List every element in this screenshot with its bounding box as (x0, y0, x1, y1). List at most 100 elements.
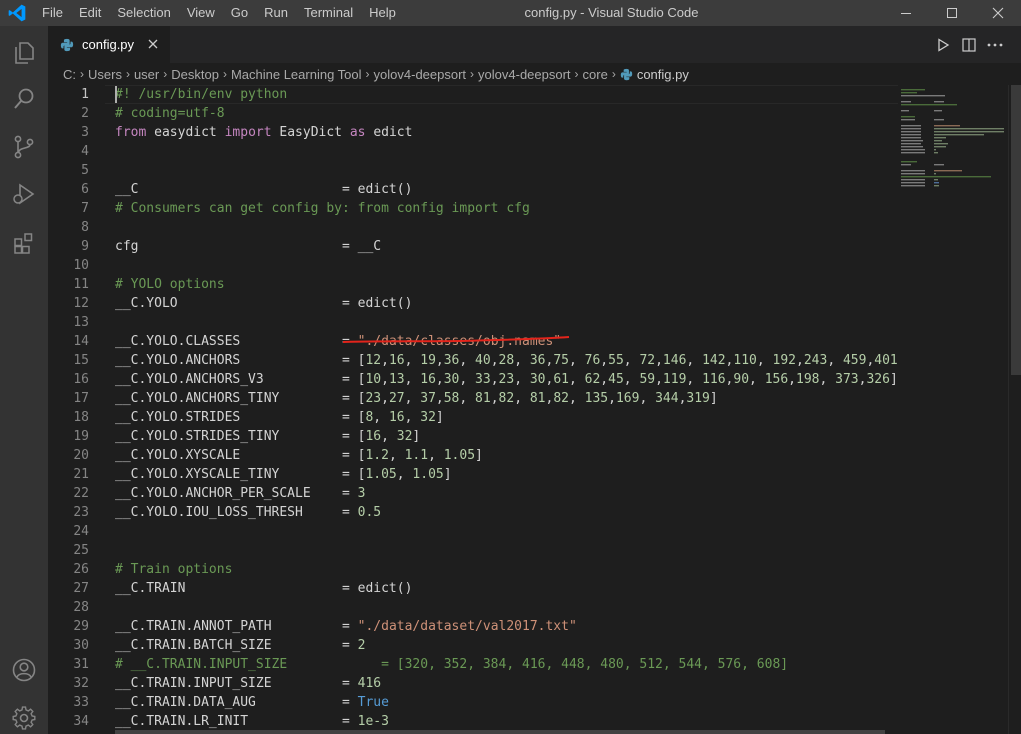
code-token: __C.TRAIN.INPUT_SIZE = (115, 676, 358, 691)
code-line[interactable]: cfg = __C (115, 237, 381, 256)
menu-file[interactable]: File (42, 0, 69, 26)
breadcrumb-item[interactable]: yolov4-deepsort (478, 67, 571, 82)
code-line[interactable]: __C.YOLO.ANCHOR_PER_SCALE = 3 (115, 484, 365, 503)
run-file-button[interactable] (933, 35, 953, 55)
minimize-button[interactable] (883, 0, 929, 26)
code-token: 119 (662, 372, 687, 387)
line-number: 25 (73, 543, 89, 558)
manage-button[interactable] (8, 702, 40, 734)
tab-config-py[interactable]: config.py (48, 26, 170, 63)
breadcrumb-item[interactable]: Machine Learning Tool (231, 67, 362, 82)
line-number: 2 (81, 106, 89, 121)
explorer-button[interactable] (8, 36, 40, 68)
code-line[interactable]: __C.TRAIN.BATCH_SIZE = 2 (115, 636, 365, 655)
chevron-right-icon: › (365, 67, 370, 81)
code-token: # YOLO options (115, 277, 225, 292)
line-number: 15 (73, 353, 89, 368)
line-number: 29 (73, 619, 89, 634)
code-area[interactable]: #! /usr/bin/env python # coding=utf-8 from… (115, 85, 898, 734)
code-line[interactable]: # YOLO options (115, 275, 225, 294)
code-token: , (435, 353, 444, 368)
code-token: 55 (608, 353, 624, 368)
code-token: , (600, 353, 609, 368)
breadcrumb-item[interactable]: core (583, 67, 608, 82)
code-line[interactable]: __C.YOLO.ANCHORS = [12,16, 19,36, 40,28,… (115, 351, 898, 370)
close-tab-button[interactable] (144, 35, 162, 53)
code-line[interactable]: __C.YOLO.STRIDES_TINY = [16, 32] (115, 427, 420, 446)
breadcrumb-item[interactable]: Desktop (171, 67, 219, 82)
code-token: 45 (608, 372, 624, 387)
code-line[interactable]: __C = edict() (115, 180, 412, 199)
menu-help[interactable]: Help (369, 0, 402, 26)
code-line[interactable]: # Train options (115, 560, 232, 579)
code-token: 2 (357, 638, 366, 653)
code-token: 16 (420, 372, 436, 387)
code-editor[interactable]: 1 2 3 4 5 6 7 8 9 10 11 12 13 14 15 16 17 18 19 20 21 22 23 24 2… (48, 85, 898, 734)
line-number: 30 (73, 638, 89, 653)
minimap[interactable] (898, 85, 1008, 734)
code-line[interactable]: __C.YOLO.ANCHORS_V3 = [10,13, 16,30, 33,… (115, 370, 898, 389)
maximize-button[interactable] (929, 0, 975, 26)
code-token: 13 (388, 372, 405, 387)
code-line[interactable]: __C.TRAIN.ANNOT_PATH = "./data/dataset/v… (115, 617, 577, 636)
code-line[interactable]: # Consumers can get config by: from conf… (115, 199, 530, 218)
code-line[interactable]: __C.YOLO.STRIDES = [8, 16, 32] (115, 408, 444, 427)
code-token: __C.TRAIN.LR_INIT = (115, 714, 358, 729)
code-line[interactable]: __C.TRAIN = edict() (115, 579, 412, 598)
code-token: # __C.TRAIN.INPUT_SIZE = [320, 352, 384,… (115, 657, 789, 672)
code-token: 16 (365, 429, 382, 444)
title-bar: File Edit Selection View Go Run Terminal Help c… (0, 0, 1021, 26)
horizontal-scrollbar[interactable] (115, 730, 885, 734)
breadcrumb-item[interactable]: user (134, 67, 159, 82)
menu-selection[interactable]: Selection (117, 0, 176, 26)
code-token: EasyDict (271, 125, 350, 140)
close-window-button[interactable] (975, 0, 1021, 26)
breadcrumb-item[interactable]: Users (88, 67, 122, 82)
gear-icon (12, 706, 36, 730)
code-token: , (404, 353, 421, 368)
code-token: __C = edict() (115, 182, 413, 197)
accounts-button[interactable] (8, 654, 40, 686)
vertical-scrollbar[interactable] (1008, 85, 1021, 734)
code-line[interactable]: __C.YOLO.IOU_LOSS_THRESH = 0.5 (115, 503, 381, 522)
code-token: , (435, 372, 444, 387)
code-line[interactable]: from easydict import EasyDict as edict (115, 123, 412, 142)
files-icon (15, 42, 34, 64)
extensions-button[interactable] (8, 227, 40, 259)
code-line[interactable]: __C.TRAIN.DATA_AUG = True (115, 693, 389, 712)
code-line[interactable]: __C.TRAIN.LR_INIT = 1e-3 (115, 712, 389, 731)
line-number: 1 (81, 87, 89, 102)
more-actions-button[interactable] (985, 35, 1005, 55)
code-line[interactable]: #! /usr/bin/env python (115, 85, 287, 104)
code-token: , (600, 372, 609, 387)
code-line[interactable]: __C.YOLO.ANCHORS_TINY = [23,27, 37,58, 8… (115, 389, 718, 408)
source-control-button[interactable] (8, 131, 40, 163)
menu-view[interactable]: View (187, 0, 221, 26)
code-line[interactable]: __C.TRAIN.INPUT_SIZE = 416 (115, 674, 381, 693)
code-token: , (655, 353, 663, 368)
line-number: 17 (73, 391, 89, 406)
breadcrumb-item[interactable]: yolov4-deepsort (374, 67, 467, 82)
run-debug-button[interactable] (8, 178, 40, 210)
scrollbar-thumb[interactable] (1011, 85, 1021, 375)
code-token: 28 (498, 353, 515, 368)
breadcrumb-item[interactable]: config.py (637, 67, 689, 82)
code-line[interactable]: # __C.TRAIN.INPUT_SIZE = [320, 352, 384,… (115, 655, 788, 674)
code-token: __C.YOLO.ANCHORS = [ (115, 353, 366, 368)
code-line[interactable]: __C.YOLO = edict() (115, 294, 412, 313)
chevron-right-icon: › (222, 67, 227, 81)
menu-run[interactable]: Run (264, 0, 294, 26)
menu-go[interactable]: Go (231, 0, 254, 26)
code-line[interactable]: __C.YOLO.XYSCALE_TINY = [1.05, 1.05] (115, 465, 452, 484)
search-button[interactable] (8, 83, 40, 115)
code-token: 146 (662, 353, 687, 368)
chevron-right-icon: › (125, 67, 130, 81)
breadcrumb-item[interactable]: C: (63, 67, 76, 82)
maximize-icon (947, 8, 957, 18)
menu-edit[interactable]: Edit (79, 0, 107, 26)
code-token: 32 (420, 410, 436, 425)
code-line[interactable]: # coding=utf-8 (115, 104, 225, 123)
code-line[interactable]: __C.YOLO.XYSCALE = [1.2, 1.1, 1.05] (115, 446, 483, 465)
split-editor-button[interactable] (959, 35, 979, 55)
menu-terminal[interactable]: Terminal (304, 0, 359, 26)
